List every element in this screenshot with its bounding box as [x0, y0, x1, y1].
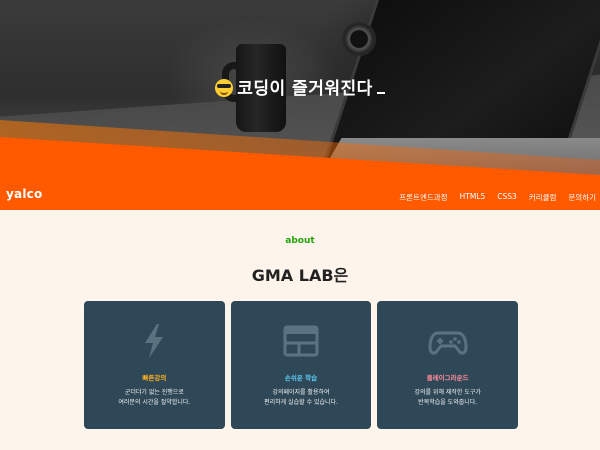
- card-description: 강의페이지를 활용하여 편리하게 실습할 수 있습니다.: [237, 388, 366, 408]
- sunglasses-emoji-icon: [215, 79, 234, 97]
- hero-camera: [342, 22, 376, 56]
- about-tag: about: [285, 236, 315, 246]
- card-title: 플레이그라운드: [426, 374, 469, 382]
- card-desc-line: 군더더기 없는 진행으로: [124, 389, 184, 396]
- hero-section: 코딩이 즐거워진다 yalco 프론트엔드과정 HTML5 CSS3 커리큘럼 …: [0, 0, 600, 210]
- card-title: 빠른강의: [142, 374, 167, 382]
- feature-card-fast: 빠른강의 군더더기 없는 진행으로 여러분의 시간을 절약합니다.: [84, 301, 225, 429]
- feature-card-easy: 손쉬운 학습 강의페이지를 활용하여 편리하게 실습할 수 있습니다.: [230, 301, 372, 429]
- nav-item-frontend[interactable]: 프론트엔드과정: [399, 192, 447, 203]
- card-desc-line: 강의를 위해 제작한 도구가: [414, 389, 481, 396]
- about-title: GMA LAB은: [251, 266, 349, 285]
- card-desc-line: 반복학습을 도와줍니다.: [418, 399, 478, 406]
- feature-cards: 빠른강의 군더더기 없는 진행으로 여러분의 시간을 절약합니다. 손쉬운 학습…: [84, 301, 519, 429]
- nav-item-curriculum[interactable]: 커리큘럼: [529, 192, 557, 203]
- gamepad-icon: [428, 331, 468, 355]
- card-desc-line: 편리하게 실습할 수 있습니다.: [264, 399, 338, 406]
- nav-item-css3[interactable]: CSS3: [497, 192, 517, 203]
- card-description: 군더더기 없는 진행으로 여러분의 시간을 절약합니다.: [90, 388, 219, 408]
- hero-title-text: 코딩이 즐거워진다: [237, 79, 373, 99]
- main-nav: 프론트엔드과정 HTML5 CSS3 커리큘럼 문의하기: [399, 192, 596, 203]
- feature-card-playground: 플레이그라운드 강의를 위해 제작한 도구가 반복학습을 도와줍니다.: [377, 301, 519, 429]
- lightning-icon: [145, 324, 164, 358]
- nav-item-contact[interactable]: 문의하기: [568, 192, 596, 203]
- layout-icon: [283, 325, 319, 357]
- card-desc-line: 여러분의 시간을 절약합니다.: [118, 399, 191, 406]
- card-title: 손쉬운 학습: [284, 374, 318, 382]
- card-description: 강의를 위해 제작한 도구가 반복학습을 도와줍니다.: [383, 388, 512, 408]
- site-logo[interactable]: yalco: [6, 187, 42, 201]
- card-desc-line: 강의페이지를 활용하여: [272, 389, 330, 396]
- hero-title: 코딩이 즐거워진다: [0, 74, 600, 99]
- typing-cursor: [376, 92, 385, 94]
- nav-item-html5[interactable]: HTML5: [460, 192, 486, 203]
